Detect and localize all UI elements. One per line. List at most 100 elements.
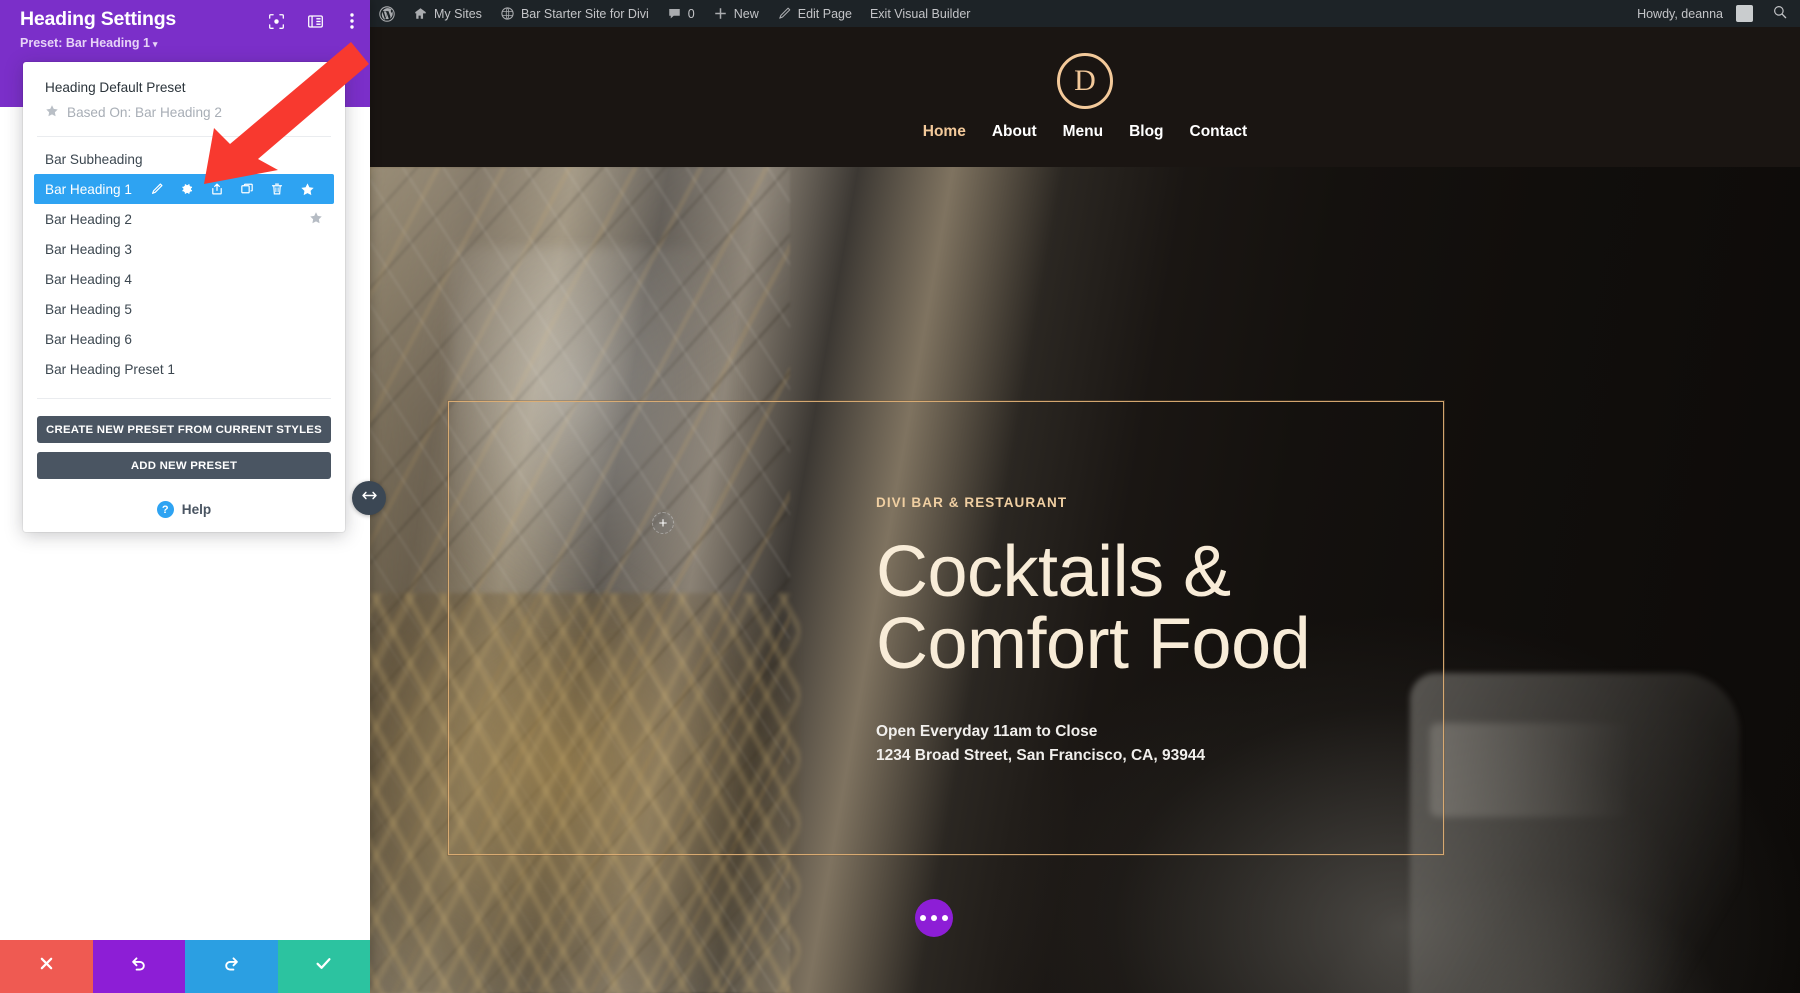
preset-item-label: Bar Heading Preset 1: [45, 361, 175, 377]
new-content-menu[interactable]: New: [704, 0, 768, 27]
my-sites-menu[interactable]: My Sites: [404, 0, 491, 27]
preset-item-label: Bar Heading 6: [45, 331, 132, 347]
howdy-label: Howdy, deanna: [1637, 6, 1723, 21]
help-link[interactable]: ? Help: [23, 501, 345, 524]
preset-item-bar-heading-6[interactable]: Bar Heading 6: [23, 324, 345, 354]
redo-button[interactable]: [185, 940, 278, 993]
exit-visual-builder-label: Exit Visual Builder: [869, 6, 971, 21]
site-name-label: Bar Starter Site for Divi: [520, 6, 649, 21]
avatar: [1736, 5, 1753, 22]
preset-item-bar-subheading[interactable]: Bar Subheading: [23, 144, 345, 174]
nav-item-home[interactable]: Home: [923, 123, 966, 141]
screen-root: D Home About Menu Blog Contact + DIVI BA…: [0, 0, 1800, 993]
nav-item-blog[interactable]: Blog: [1129, 123, 1163, 141]
exit-visual-builder-link[interactable]: Exit Visual Builder: [861, 0, 980, 27]
cancel-button[interactable]: [0, 940, 93, 993]
preset-item-bar-heading-5[interactable]: Bar Heading 5: [23, 294, 345, 324]
default-preset-block[interactable]: Heading Default Preset Based On: Bar Hea…: [23, 80, 345, 121]
panel-header-icons: [268, 13, 324, 35]
preset-row-actions: [150, 182, 315, 197]
star-icon: [45, 104, 59, 121]
preset-item-label: Bar Heading 2: [45, 211, 132, 227]
horizontal-resize-icon: [360, 486, 379, 510]
howdy-menu[interactable]: Howdy, deanna: [1628, 0, 1762, 27]
preset-item-label: Bar Heading 5: [45, 301, 132, 317]
wordpress-logo-menu[interactable]: [370, 0, 404, 27]
nav-item-about[interactable]: About: [992, 123, 1037, 141]
hero-eyebrow: DIVI BAR & RESTAURANT: [876, 495, 1068, 510]
panel-resize-handle[interactable]: [352, 481, 386, 515]
wordpress-logo-icon: [379, 5, 395, 22]
site-preview: D Home About Menu Blog Contact + DIVI BA…: [370, 27, 1800, 993]
site-nav: Home About Menu Blog Contact: [923, 123, 1247, 141]
preset-item-bar-heading-preset-1[interactable]: Bar Heading Preset 1: [23, 354, 345, 384]
heading-settings-panel: er Heading Settings Preset: Bar Heading …: [0, 0, 370, 993]
wp-admin-bar: My Sites Bar Starter Site for Divi 0 New…: [370, 0, 1800, 27]
site-icon: [500, 6, 515, 21]
preset-item-bar-heading-3[interactable]: Bar Heading 3: [23, 234, 345, 264]
question-mark-icon: ?: [156, 501, 174, 518]
hero-heading-line-1: Cocktails &: [876, 532, 1231, 612]
preset-item-bar-heading-2[interactable]: Bar Heading 2: [23, 204, 345, 234]
hero-hours: Open Everyday 11am to Close: [876, 723, 1098, 740]
add-module-button[interactable]: +: [652, 512, 674, 534]
close-x-icon: [38, 955, 55, 978]
hero-meta: Open Everyday 11am to Close 1234 Broad S…: [876, 720, 1516, 767]
create-new-preset-button[interactable]: CREATE NEW PRESET FROM CURRENT STYLES: [37, 416, 331, 443]
edit-page-link[interactable]: Edit Page: [768, 0, 861, 27]
export-icon[interactable]: [210, 182, 224, 196]
comments-menu[interactable]: 0: [658, 0, 704, 27]
preset-dropdown-buttons: CREATE NEW PRESET FROM CURRENT STYLES AD…: [23, 399, 345, 479]
save-button[interactable]: [277, 940, 370, 993]
divi-logo-icon[interactable]: D: [1057, 53, 1113, 109]
admin-bar-right: Howdy, deanna: [1628, 0, 1800, 27]
site-header: D Home About Menu Blog Contact: [370, 27, 1800, 167]
my-sites-label: My Sites: [434, 6, 482, 21]
default-preset-star-icon[interactable]: [309, 211, 323, 228]
panel-action-bar: [0, 940, 370, 993]
layout-panel-icon[interactable]: [307, 13, 324, 35]
based-on-label: Based On: Bar Heading 2: [67, 105, 222, 120]
preset-item-label: Bar Heading 3: [45, 241, 132, 257]
comment-icon: [667, 6, 682, 21]
undo-button[interactable]: [92, 940, 185, 993]
checkmark-icon: [314, 954, 333, 979]
preset-item-bar-heading-1[interactable]: Bar Heading 1: [34, 174, 334, 204]
comments-count: 0: [687, 6, 695, 21]
preset-selector-label: Preset: Bar Heading 1: [20, 36, 150, 50]
my-sites-icon: [413, 6, 428, 21]
settings-gear-icon[interactable]: [180, 182, 194, 196]
new-label: New: [733, 6, 759, 21]
preset-item-label: Bar Heading 1: [45, 181, 132, 197]
hero-address: 1234 Broad Street, San Francisco, CA, 93…: [876, 746, 1206, 764]
chevron-down-icon: ▾: [152, 39, 158, 49]
based-on-row: Based On: Bar Heading 2: [45, 104, 323, 121]
rename-pencil-icon[interactable]: [150, 182, 164, 196]
preset-item-bar-heading-4[interactable]: Bar Heading 4: [23, 264, 345, 294]
preset-item-label: Bar Heading 4: [45, 271, 132, 287]
ellipsis-dot: [931, 915, 937, 921]
edit-page-label: Edit Page: [797, 6, 852, 21]
add-new-preset-button[interactable]: ADD NEW PRESET: [37, 452, 331, 479]
undo-arrow-icon: [129, 954, 148, 979]
delete-trash-icon[interactable]: [270, 182, 284, 196]
focus-target-icon[interactable]: [268, 13, 285, 35]
search-button[interactable]: [1762, 4, 1800, 23]
nav-item-contact[interactable]: Contact: [1190, 123, 1248, 141]
redo-arrow-icon: [222, 954, 241, 979]
site-name-menu[interactable]: Bar Starter Site for Divi: [491, 0, 658, 27]
preset-dropdown: Heading Default Preset Based On: Bar Hea…: [23, 62, 345, 532]
set-default-star-icon[interactable]: [300, 182, 315, 197]
search-icon: [1772, 4, 1788, 23]
hero-copy: DIVI BAR & RESTAURANT Cocktails & Comfor…: [876, 495, 1516, 767]
hero-heading[interactable]: Cocktails & Comfort Food: [876, 536, 1516, 680]
preset-selector[interactable]: Preset: Bar Heading 1 ▾: [20, 36, 356, 50]
nav-item-menu[interactable]: Menu: [1063, 123, 1103, 141]
page-settings-fab[interactable]: [915, 899, 953, 937]
preset-item-label: Bar Subheading: [45, 151, 143, 167]
panel-kebab-menu-icon[interactable]: [350, 12, 354, 35]
default-preset-label: Heading Default Preset: [45, 80, 186, 95]
ellipsis-dot: [920, 915, 926, 921]
help-label: Help: [181, 502, 212, 517]
duplicate-icon[interactable]: [240, 182, 254, 196]
